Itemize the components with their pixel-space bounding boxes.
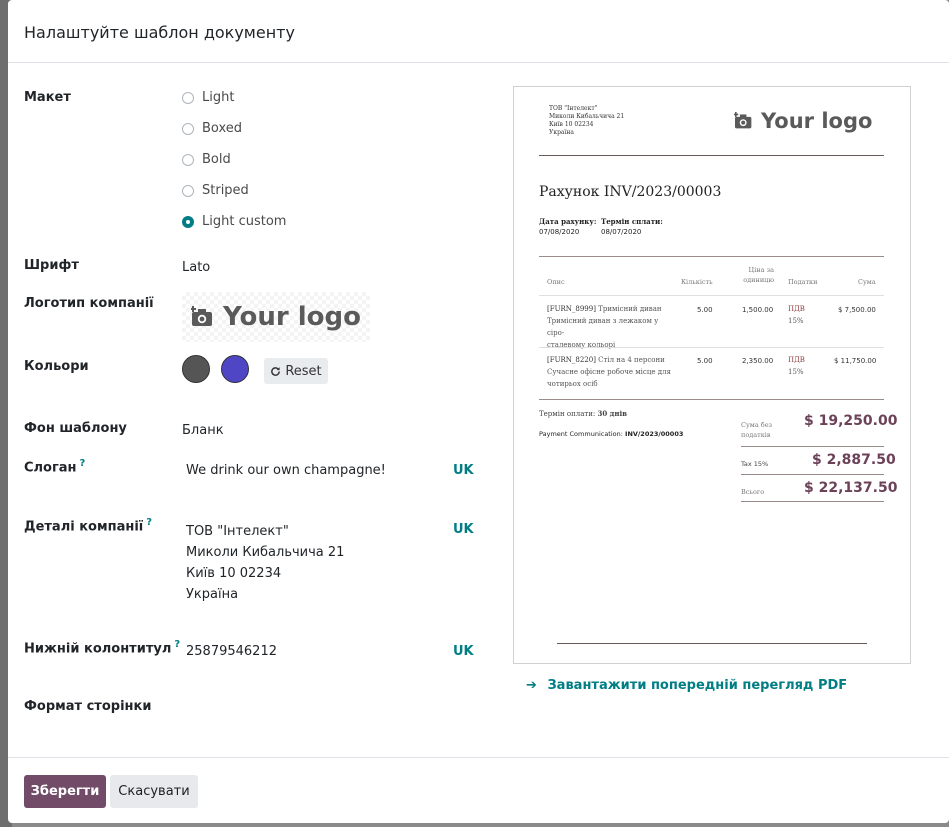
document-preview: ТОВ "Інтелект" Миколи Кибальчича 21 Київ… [513, 86, 911, 664]
layout-option-bold[interactable]: Bold [182, 152, 231, 167]
preview-logo: Your logo [734, 109, 872, 133]
help-icon[interactable]: ? [174, 639, 180, 650]
preview-col-taxes: Податки [788, 278, 818, 286]
layout-label: Макет [24, 90, 71, 105]
download-pdf-preview-link[interactable]: ➔ Завантажити попередній перегляд PDF [526, 678, 847, 693]
preview-tax-amount: $ 2,887.50 [812, 452, 896, 468]
preview-col-price: Ціна за одиницю [743, 266, 774, 284]
preview-row-divider [539, 347, 884, 348]
logo-label: Логотип компанії [24, 296, 154, 311]
preview-total-label: Всього [741, 488, 765, 496]
tagline-input[interactable]: We drink our own champagne! [186, 463, 386, 478]
arrow-right-icon: ➔ [526, 678, 537, 693]
preview-header-divider [539, 155, 884, 156]
dialog-title: Налаштуйте шаблон документу [24, 23, 295, 42]
footer-input[interactable]: 25879546212 [186, 644, 277, 659]
preview-line-1-price: 1,500.00 [742, 306, 774, 314]
preview-company-address: ТОВ "Інтелект" Миколи Кибальчича 21 Київ… [549, 105, 625, 136]
background-label: Фон шаблону [24, 421, 127, 436]
radio-checked-icon[interactable] [182, 215, 194, 228]
tagline-language-button[interactable]: UK [453, 463, 474, 478]
company-details-language-button[interactable]: UK [453, 522, 474, 537]
preview-header-underline [539, 295, 884, 296]
help-icon[interactable]: ? [80, 458, 86, 469]
preview-line-1-qty: 5.00 [697, 306, 713, 314]
preview-totals-divider [741, 446, 884, 447]
layout-option-striped[interactable]: Striped [182, 183, 249, 198]
preview-line-2-price: 2,350.00 [742, 357, 774, 365]
preview-payment-terms: Термін оплати: 30 днів [539, 409, 627, 418]
font-label: Шрифт [24, 258, 79, 273]
footer-label: Нижній колонтитул? [24, 639, 181, 657]
radio-icon[interactable] [182, 184, 194, 197]
font-select[interactable]: Lato [182, 260, 210, 275]
preview-invoice-title: Рахунок INV/2023/00003 [539, 184, 722, 200]
radio-icon[interactable] [182, 91, 194, 104]
company-details-input[interactable]: ТОВ "Інтелект" Миколи Кибальчича 21 Київ… [186, 521, 344, 605]
preview-total-amount: $ 22,137.50 [804, 480, 898, 496]
cancel-button[interactable]: Скасувати [110, 775, 198, 808]
preview-line-2-amount: $ 11,750.00 [834, 357, 877, 365]
preview-footer-line [557, 643, 867, 644]
preview-due-date: Термін сплати: 08/07/2020 [601, 217, 663, 236]
preview-table-bottom-line [539, 399, 884, 400]
preview-totals-divider [741, 474, 884, 475]
preview-line-1-description: [FURN_8999] Тримісний диван Тримісний ди… [547, 305, 662, 349]
background-select[interactable]: Бланк [182, 423, 224, 438]
camera-add-icon [191, 306, 213, 326]
reset-icon [271, 366, 281, 376]
tagline-label: Слоган? [24, 458, 86, 476]
preview-totals-divider [741, 501, 884, 502]
layout-option-light-custom[interactable]: Light custom [182, 214, 286, 229]
primary-color-swatch[interactable] [182, 355, 210, 383]
dialog-footer: Зберегти Скасувати [8, 757, 949, 823]
preview-col-description: Опис [547, 278, 565, 286]
preview-table-top-line [539, 256, 884, 257]
preview-line-1-amount: $ 7,500.00 [838, 306, 876, 314]
company-logo-upload[interactable]: Your logo [182, 292, 370, 342]
preview-tax-label: Tax 15% [741, 460, 769, 468]
document-layout-dialog: Налаштуйте шаблон документу Макет Light … [8, 0, 949, 823]
preview-invoice-date: Дата рахунку: 07/08/2020 [539, 217, 597, 236]
secondary-color-swatch[interactable] [221, 355, 249, 383]
preview-line-2-tax: ПДВ 15% [788, 356, 805, 376]
footer-language-button[interactable]: UK [453, 644, 474, 659]
company-details-label: Деталі компанії? [24, 517, 153, 535]
save-button[interactable]: Зберегти [24, 775, 106, 808]
logo-placeholder-text: Your logo [223, 302, 361, 332]
preview-untaxed-amount: $ 19,250.00 [804, 413, 898, 429]
preview-line-2-description: [FURN_8220] Стіл на 4 персони Сучасне оф… [547, 356, 671, 388]
reset-colors-button[interactable]: Reset [264, 358, 328, 384]
layout-option-light[interactable]: Light [182, 90, 234, 105]
dialog-header: Налаштуйте шаблон документу [8, 0, 949, 63]
preview-col-amount: Сума [858, 278, 876, 286]
radio-icon[interactable] [182, 122, 194, 135]
preview-line-2-qty: 5.00 [697, 357, 713, 365]
preview-payment-communication: Payment Communication: INV/2023/00003 [539, 430, 684, 438]
layout-option-boxed[interactable]: Boxed [182, 121, 242, 136]
preview-line-1-tax: ПДВ 15% [788, 305, 805, 325]
preview-untaxed-label: Сума без податків [741, 421, 773, 439]
paper-format-label: Формат сторінки [24, 699, 152, 714]
colors-label: Кольори [24, 359, 89, 374]
camera-add-icon [734, 112, 752, 129]
radio-icon[interactable] [182, 153, 194, 166]
help-icon[interactable]: ? [146, 517, 152, 528]
preview-col-quantity: Кількість [681, 278, 713, 286]
